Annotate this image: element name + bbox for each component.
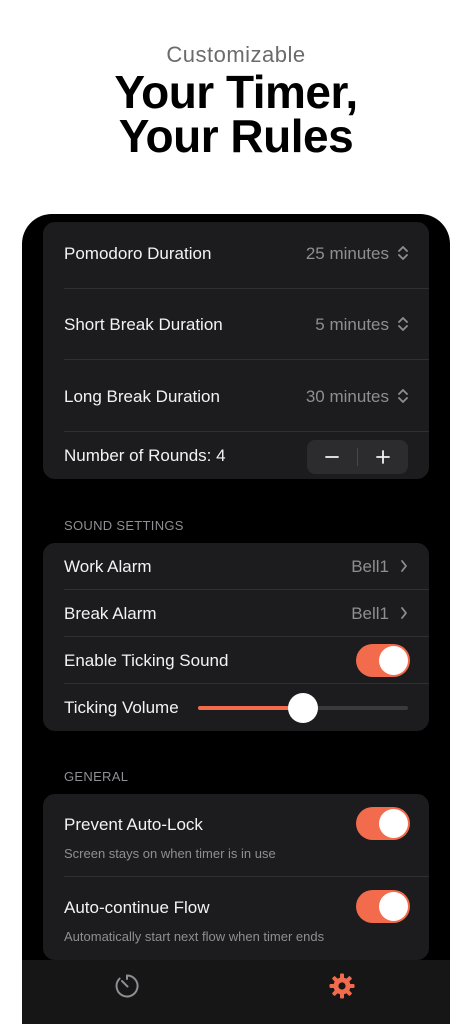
hero-title: Your Timer, Your Rules [0, 66, 472, 162]
auto-continue-label: Auto-continue Flow [64, 898, 210, 917]
up-down-chevron-icon [398, 246, 408, 260]
long-break-duration-row[interactable]: Long Break Duration 30 minutes [43, 360, 429, 432]
toggle-knob [379, 809, 408, 838]
rounds-row: Number of Rounds: 4 [43, 432, 429, 479]
work-alarm-row[interactable]: Work Alarm Bell1 [43, 543, 429, 590]
ticking-volume-slider[interactable] [198, 693, 408, 723]
ticking-sound-label: Enable Ticking Sound [64, 651, 229, 670]
tab-timer[interactable] [107, 966, 147, 1006]
hero-title-line2: Your Rules [118, 110, 354, 162]
up-down-chevron-icon [398, 317, 408, 331]
chevron-right-icon [401, 560, 407, 572]
hero-subtitle: Customizable [166, 42, 306, 67]
pomodoro-duration-value[interactable]: 25 minutes [306, 244, 389, 264]
tab-settings[interactable] [322, 966, 362, 1006]
break-alarm-row[interactable]: Break Alarm Bell1 [43, 590, 429, 637]
auto-continue-description: Automatically start next flow when timer… [64, 929, 325, 944]
pomodoro-duration-row[interactable]: Pomodoro Duration 25 minutes [43, 222, 429, 289]
long-break-duration-label: Long Break Duration [64, 387, 220, 406]
minus-icon [325, 456, 339, 458]
gear-icon [329, 973, 355, 999]
plus-icon [376, 450, 390, 464]
prevent-autolock-row: Prevent Auto-Lock Screen stays on when t… [43, 794, 429, 877]
prevent-autolock-toggle[interactable] [356, 807, 410, 840]
timer-icon [115, 974, 139, 998]
hero-title-line1: Your Timer, [114, 66, 358, 118]
general-settings-group: Prevent Auto-Lock Screen stays on when t… [43, 794, 429, 960]
rounds-stepper [307, 440, 408, 474]
auto-continue-row: Auto-continue Flow Automatically start n… [43, 877, 429, 960]
ticking-sound-row: Enable Ticking Sound [43, 637, 429, 684]
ticking-volume-row: Ticking Volume [43, 684, 429, 731]
toggle-knob [379, 646, 408, 675]
break-alarm-label: Break Alarm [64, 604, 157, 623]
work-alarm-label: Work Alarm [64, 557, 152, 576]
prevent-autolock-label: Prevent Auto-Lock [64, 815, 203, 834]
increment-button[interactable] [358, 440, 408, 474]
work-alarm-value: Bell1 [351, 557, 389, 576]
auto-continue-toggle[interactable] [356, 890, 410, 923]
rounds-label: Number of Rounds: 4 [64, 446, 226, 465]
short-break-duration-label: Short Break Duration [64, 315, 223, 334]
short-break-duration-value[interactable]: 5 minutes [315, 315, 389, 335]
long-break-duration-value[interactable]: 30 minutes [306, 387, 389, 407]
decrement-button[interactable] [307, 440, 357, 474]
slider-thumb[interactable] [288, 693, 318, 723]
ticking-volume-label: Ticking Volume [64, 698, 179, 717]
general-header: GENERAL [64, 769, 129, 784]
ticking-sound-toggle[interactable] [356, 644, 410, 677]
break-alarm-value: Bell1 [351, 604, 389, 623]
short-break-duration-row[interactable]: Short Break Duration 5 minutes [43, 289, 429, 360]
sound-settings-header: SOUND SETTINGS [64, 518, 184, 533]
pomodoro-duration-label: Pomodoro Duration [64, 244, 212, 263]
prevent-autolock-description: Screen stays on when timer is in use [64, 846, 276, 861]
phone-screen: Pomodoro Duration 25 minutes Short Break… [22, 214, 450, 1024]
toggle-knob [379, 892, 408, 921]
chevron-right-icon [401, 607, 407, 619]
tab-bar [22, 960, 450, 1024]
duration-settings-group: Pomodoro Duration 25 minutes Short Break… [43, 222, 429, 479]
sound-settings-group: Work Alarm Bell1 Break Alarm Bell1 Enabl… [43, 543, 429, 731]
up-down-chevron-icon [398, 389, 408, 403]
